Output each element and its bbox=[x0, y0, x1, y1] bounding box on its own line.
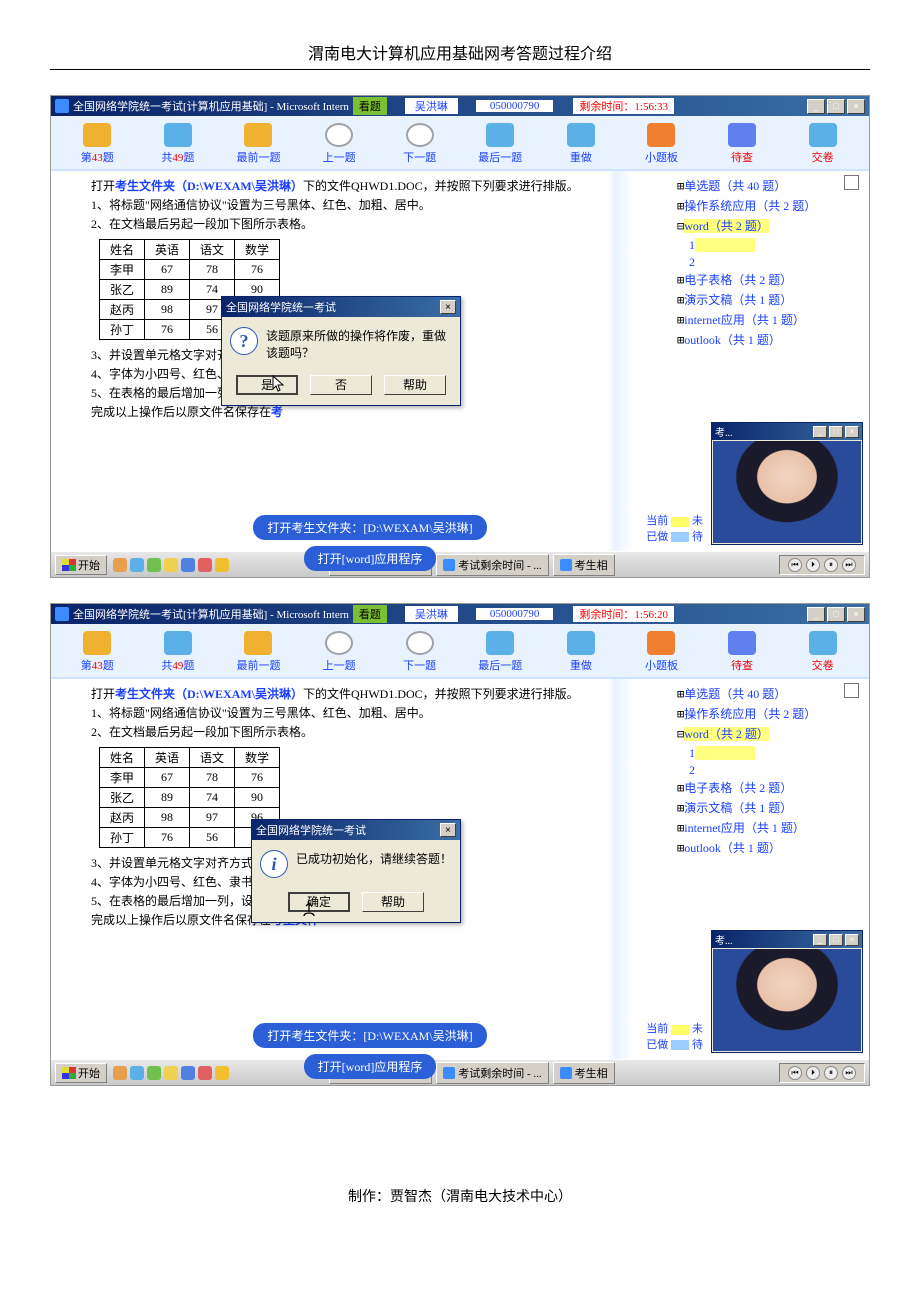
nav-review[interactable]: 待查 bbox=[704, 120, 781, 167]
confirm-dialog: 全国网络学院统一考试× ?该题原来所做的操作将作废，重做该题吗？ 是 否 帮助 bbox=[221, 296, 461, 406]
nav-current[interactable]: 第43题 bbox=[59, 120, 136, 167]
photo-close[interactable]: × bbox=[845, 934, 859, 946]
nav-review[interactable]: 待查 bbox=[704, 628, 781, 675]
open-folder-button[interactable]: 打开考生文件夹：[D:\WEXAM\吴洪琳] bbox=[253, 1023, 486, 1048]
nav-prev[interactable]: 上一题 bbox=[301, 628, 378, 675]
nav-panel[interactable]: 小题板 bbox=[623, 628, 700, 675]
timer: 剩余时间：1:56:20 bbox=[573, 606, 674, 622]
help-button[interactable]: 帮助 bbox=[384, 375, 446, 395]
nav-current[interactable]: 第43题 bbox=[59, 628, 136, 675]
ok-button[interactable]: 确定 bbox=[288, 892, 350, 912]
screenshot-1: 全国网络学院统一考试[计算机应用基础] - Microsoft Intern 看… bbox=[50, 95, 870, 578]
info-dialog: 全国网络学院统一考试× i已成功初始化，请继续答题！ 确定 帮助 bbox=[251, 819, 461, 923]
nav-toolbar: 第43题 共49题 最前一题 上一题 下一题 最后一题 重做 小题板 待查 交卷 bbox=[51, 624, 869, 679]
window-title: 全国网络学院统一考试[计算机应用基础] - Microsoft Intern bbox=[73, 606, 349, 622]
user-id: 050000790 bbox=[476, 100, 554, 112]
ie-titlebar: 全国网络学院统一考试[计算机应用基础] - Microsoft Intern 看… bbox=[51, 604, 869, 624]
checkbox[interactable] bbox=[844, 683, 859, 698]
user-name: 吴洪琳 bbox=[405, 98, 458, 114]
nav-redo[interactable]: 重做 bbox=[543, 628, 620, 675]
user-name: 吴洪琳 bbox=[405, 606, 458, 622]
open-word-button[interactable]: 打开[word]应用程序 bbox=[304, 1054, 437, 1079]
ie-icon bbox=[55, 99, 69, 113]
mode-badge[interactable]: 看题 bbox=[353, 605, 387, 623]
windows-flag-icon bbox=[62, 559, 76, 571]
nav-next[interactable]: 下一题 bbox=[381, 120, 458, 167]
nav-toolbar: 第43题 共49题 最前一题 上一题 下一题 最后一题 重做 小题板 待查 交卷 bbox=[51, 116, 869, 171]
help-button[interactable]: 帮助 bbox=[362, 892, 424, 912]
info-icon: i bbox=[260, 850, 288, 878]
folder-link[interactable]: 考生文件夹（D:\WEXAM\吴洪琳） bbox=[115, 179, 303, 193]
candidate-photo bbox=[713, 441, 861, 543]
open-folder-button[interactable]: 打开考生文件夹：[D:\WEXAM\吴洪琳] bbox=[253, 515, 486, 540]
nav-first[interactable]: 最前一题 bbox=[220, 628, 297, 675]
photo-min[interactable]: _ bbox=[813, 934, 827, 946]
window-title: 全国网络学院统一考试[计算机应用基础] - Microsoft Intern bbox=[73, 98, 349, 114]
windows-flag-icon bbox=[62, 1067, 76, 1079]
folder-link[interactable]: 考生文件夹（D:\WEXAM\吴洪琳） bbox=[115, 687, 303, 701]
photo-window[interactable]: 考... _□× bbox=[711, 930, 863, 1053]
nav-next[interactable]: 下一题 bbox=[381, 628, 458, 675]
nav-total[interactable]: 共49题 bbox=[140, 628, 217, 675]
yes-button[interactable]: 是 bbox=[236, 375, 298, 395]
photo-close[interactable]: × bbox=[845, 426, 859, 438]
no-button[interactable]: 否 bbox=[310, 375, 372, 395]
document-title: 渭南电大计算机应用基础网考答题过程介绍 bbox=[50, 40, 870, 70]
nav-total[interactable]: 共49题 bbox=[140, 120, 217, 167]
maximize-button[interactable]: □ bbox=[827, 607, 845, 622]
maximize-button[interactable]: □ bbox=[827, 99, 845, 114]
question-pane: 打开考生文件夹（D:\WEXAM\吴洪琳）下的文件QHWD1.DOC，并按照下列… bbox=[51, 171, 669, 551]
document-footer: 制作：贾智杰（渭南电大技术中心） bbox=[50, 1186, 870, 1206]
ie-titlebar: 全国网络学院统一考试[计算机应用基础] - Microsoft Intern 看… bbox=[51, 96, 869, 116]
question-pane: 打开考生文件夹（D:\WEXAM\吴洪琳）下的文件QHWD1.DOC，并按照下列… bbox=[51, 679, 669, 1059]
media-controls[interactable]: ⏮⏵⏸⏭ bbox=[779, 1063, 865, 1083]
legend: 当前 未 已做 待 bbox=[646, 1022, 703, 1053]
open-word-button[interactable]: 打开[word]应用程序 bbox=[304, 546, 437, 571]
user-id: 050000790 bbox=[476, 608, 554, 620]
legend: 当前 未 已做 待 bbox=[646, 514, 703, 545]
mode-badge[interactable]: 看题 bbox=[353, 97, 387, 115]
dialog-close[interactable]: × bbox=[440, 300, 456, 314]
close-button[interactable]: × bbox=[847, 99, 865, 114]
nav-prev[interactable]: 上一题 bbox=[301, 120, 378, 167]
nav-redo[interactable]: 重做 bbox=[543, 120, 620, 167]
photo-max[interactable]: □ bbox=[829, 934, 843, 946]
minimize-button[interactable]: _ bbox=[807, 607, 825, 622]
nav-submit[interactable]: 交卷 bbox=[784, 628, 861, 675]
question-icon: ? bbox=[230, 327, 258, 355]
timer: 剩余时间：1:56:33 bbox=[573, 98, 674, 114]
nav-last[interactable]: 最后一题 bbox=[462, 120, 539, 167]
nav-last[interactable]: 最后一题 bbox=[462, 628, 539, 675]
media-controls[interactable]: ⏮⏵⏸⏭ bbox=[779, 555, 865, 575]
photo-min[interactable]: _ bbox=[813, 426, 827, 438]
nav-first[interactable]: 最前一题 bbox=[220, 120, 297, 167]
candidate-photo bbox=[713, 949, 861, 1051]
nav-submit[interactable]: 交卷 bbox=[784, 120, 861, 167]
minimize-button[interactable]: _ bbox=[807, 99, 825, 114]
close-button[interactable]: × bbox=[847, 607, 865, 622]
dialog-close[interactable]: × bbox=[440, 823, 456, 837]
screenshot-2: 全国网络学院统一考试[计算机应用基础] - Microsoft Intern 看… bbox=[50, 603, 870, 1086]
checkbox[interactable] bbox=[844, 175, 859, 190]
ie-icon bbox=[55, 607, 69, 621]
photo-max[interactable]: □ bbox=[829, 426, 843, 438]
nav-panel[interactable]: 小题板 bbox=[623, 120, 700, 167]
photo-window[interactable]: 考... _□× bbox=[711, 422, 863, 545]
